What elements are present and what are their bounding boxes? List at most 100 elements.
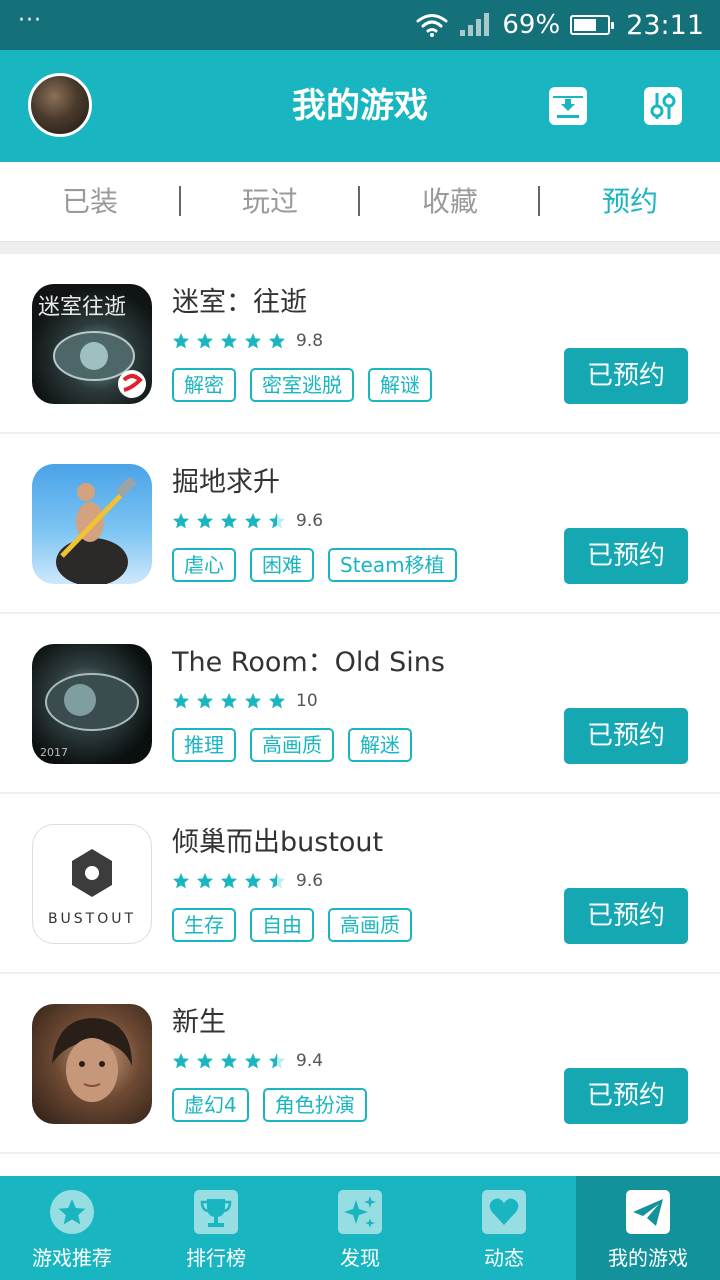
tag[interactable]: 生存 <box>172 908 236 942</box>
tab-reserved[interactable]: 预约 <box>540 162 720 241</box>
tab-divider <box>538 186 540 216</box>
avatar[interactable] <box>28 73 92 137</box>
rating: 9.8 <box>172 331 323 351</box>
nav-item-ranking[interactable]: 排行榜 <box>144 1176 288 1280</box>
nav-label: 发现 <box>340 1246 380 1270</box>
star-icon <box>221 333 237 349</box>
list-item[interactable]: BUSTOUT 倾巢而出bustout 9.6 生存 自由 高画质 已预约 <box>0 794 720 974</box>
list-item[interactable]: 新生 9.4 虚幻4 角色扮演 已预约 <box>0 974 720 1154</box>
rating: 9.4 <box>172 1051 323 1071</box>
star-icon <box>245 333 261 349</box>
nav-item-feed[interactable]: 动态 <box>432 1176 576 1280</box>
star-icon <box>221 1053 237 1069</box>
tag-list: 生存 自由 高画质 <box>172 908 412 942</box>
tag[interactable]: 角色扮演 <box>262 1088 367 1122</box>
signal-icon <box>460 13 490 36</box>
star-icon <box>173 873 189 889</box>
tab-bar: 已装 玩过 收藏 预约 <box>0 162 720 242</box>
star-icon <box>173 1053 189 1069</box>
star-icon <box>173 513 189 529</box>
list-item[interactable]: 2017 The Room：Old Sins 10 推理 高画质 解迷 已预约 <box>0 614 720 794</box>
nav-label: 动态 <box>484 1246 524 1270</box>
tag[interactable]: 虚幻4 <box>172 1088 249 1122</box>
download-icon <box>553 96 583 118</box>
game-icon[interactable]: 2017 <box>32 644 152 764</box>
star-icon <box>269 873 285 889</box>
nav-item-recommend[interactable]: 游戏推荐 <box>0 1176 144 1280</box>
star-icon <box>269 333 285 349</box>
reserved-button[interactable]: 已预约 <box>564 1068 688 1124</box>
star-icon <box>197 873 213 889</box>
game-icon[interactable]: BUSTOUT <box>32 824 152 944</box>
settings-button[interactable] <box>644 87 682 125</box>
star-icon <box>269 513 285 529</box>
clock: 23:11 <box>626 9 704 41</box>
tab-played[interactable]: 玩过 <box>180 162 360 241</box>
game-icon[interactable] <box>32 1004 152 1124</box>
game-name[interactable]: 掘地求升 <box>172 460 280 499</box>
sparkle-icon <box>338 1190 382 1234</box>
status-indicators: 69% 23:11 <box>416 0 704 50</box>
tag-list: 虐心 困难 Steam移植 <box>172 548 457 582</box>
reserved-button[interactable]: 已预约 <box>564 888 688 944</box>
divider <box>0 242 720 254</box>
list-item[interactable]: 迷室往逝 迷室：往逝 9.8 解密 密室逃脱 解谜 已预约 <box>0 254 720 434</box>
star-icon <box>197 333 213 349</box>
svg-text:2017: 2017 <box>40 746 68 759</box>
reserved-button[interactable]: 已预约 <box>564 528 688 584</box>
trophy-icon <box>194 1190 238 1234</box>
nav-label: 游戏推荐 <box>32 1246 112 1270</box>
reserved-button[interactable]: 已预约 <box>564 708 688 764</box>
game-name[interactable]: 迷室：往逝 <box>172 280 307 319</box>
nav-label: 排行榜 <box>186 1246 246 1270</box>
game-art-icon <box>56 476 137 584</box>
tag[interactable]: 推理 <box>172 728 236 762</box>
game-icon[interactable] <box>32 464 152 584</box>
status-bar: ··· 69% 23:11 <box>0 0 720 50</box>
tab-installed[interactable]: 已装 <box>0 162 180 241</box>
rating-score: 9.6 <box>296 511 324 531</box>
star-icon <box>173 693 189 709</box>
game-art-icon: BUSTOUT <box>48 849 133 927</box>
game-art-icon <box>52 1018 132 1102</box>
game-art-icon: 迷室往逝 <box>38 295 146 398</box>
star-icon <box>245 873 261 889</box>
tag[interactable]: 困难 <box>250 548 314 582</box>
list-item[interactable]: 掘地求升 9.6 虐心 困难 Steam移植 已预约 <box>0 434 720 614</box>
download-manager-button[interactable] <box>549 87 587 125</box>
page-title: 我的游戏 <box>292 86 428 126</box>
tag[interactable]: Steam移植 <box>328 548 457 582</box>
nav-item-discover[interactable]: 发现 <box>288 1176 432 1280</box>
star-icon <box>269 693 285 709</box>
rating-score: 10 <box>296 691 318 711</box>
tag[interactable]: 虐心 <box>172 548 236 582</box>
nav-item-my-games[interactable]: 我的游戏 <box>576 1176 720 1280</box>
game-name[interactable]: 新生 <box>172 1000 226 1039</box>
star-icon <box>245 1053 261 1069</box>
tag[interactable]: 解谜 <box>368 368 432 402</box>
game-name[interactable]: 倾巢而出bustout <box>172 820 383 859</box>
tag-list: 解密 密室逃脱 解谜 <box>172 368 432 402</box>
tag[interactable]: 高画质 <box>328 908 412 942</box>
star-icon <box>245 513 261 529</box>
nav-label: 我的游戏 <box>608 1246 688 1270</box>
tag-list: 推理 高画质 解迷 <box>172 728 412 762</box>
tab-favorites[interactable]: 收藏 <box>360 162 540 241</box>
rating-score: 9.4 <box>296 1051 324 1071</box>
rating: 10 <box>172 691 318 711</box>
rating: 9.6 <box>172 511 323 531</box>
tag[interactable]: 密室逃脱 <box>250 368 354 402</box>
star-icon <box>245 693 261 709</box>
notification-dots: ··· <box>18 8 42 33</box>
tag[interactable]: 解迷 <box>348 728 412 762</box>
tag[interactable]: 高画质 <box>250 728 334 762</box>
game-icon[interactable]: 迷室往逝 <box>32 284 152 404</box>
game-name[interactable]: The Room：Old Sins <box>172 640 445 679</box>
reserved-button[interactable]: 已预约 <box>564 348 688 404</box>
tag[interactable]: 自由 <box>250 908 314 942</box>
heart-icon <box>482 1190 526 1234</box>
battery-percent: 69% <box>502 10 561 40</box>
tag[interactable]: 解密 <box>172 368 236 402</box>
star-icon <box>197 513 213 529</box>
tag-list: 虚幻4 角色扮演 <box>172 1088 367 1122</box>
